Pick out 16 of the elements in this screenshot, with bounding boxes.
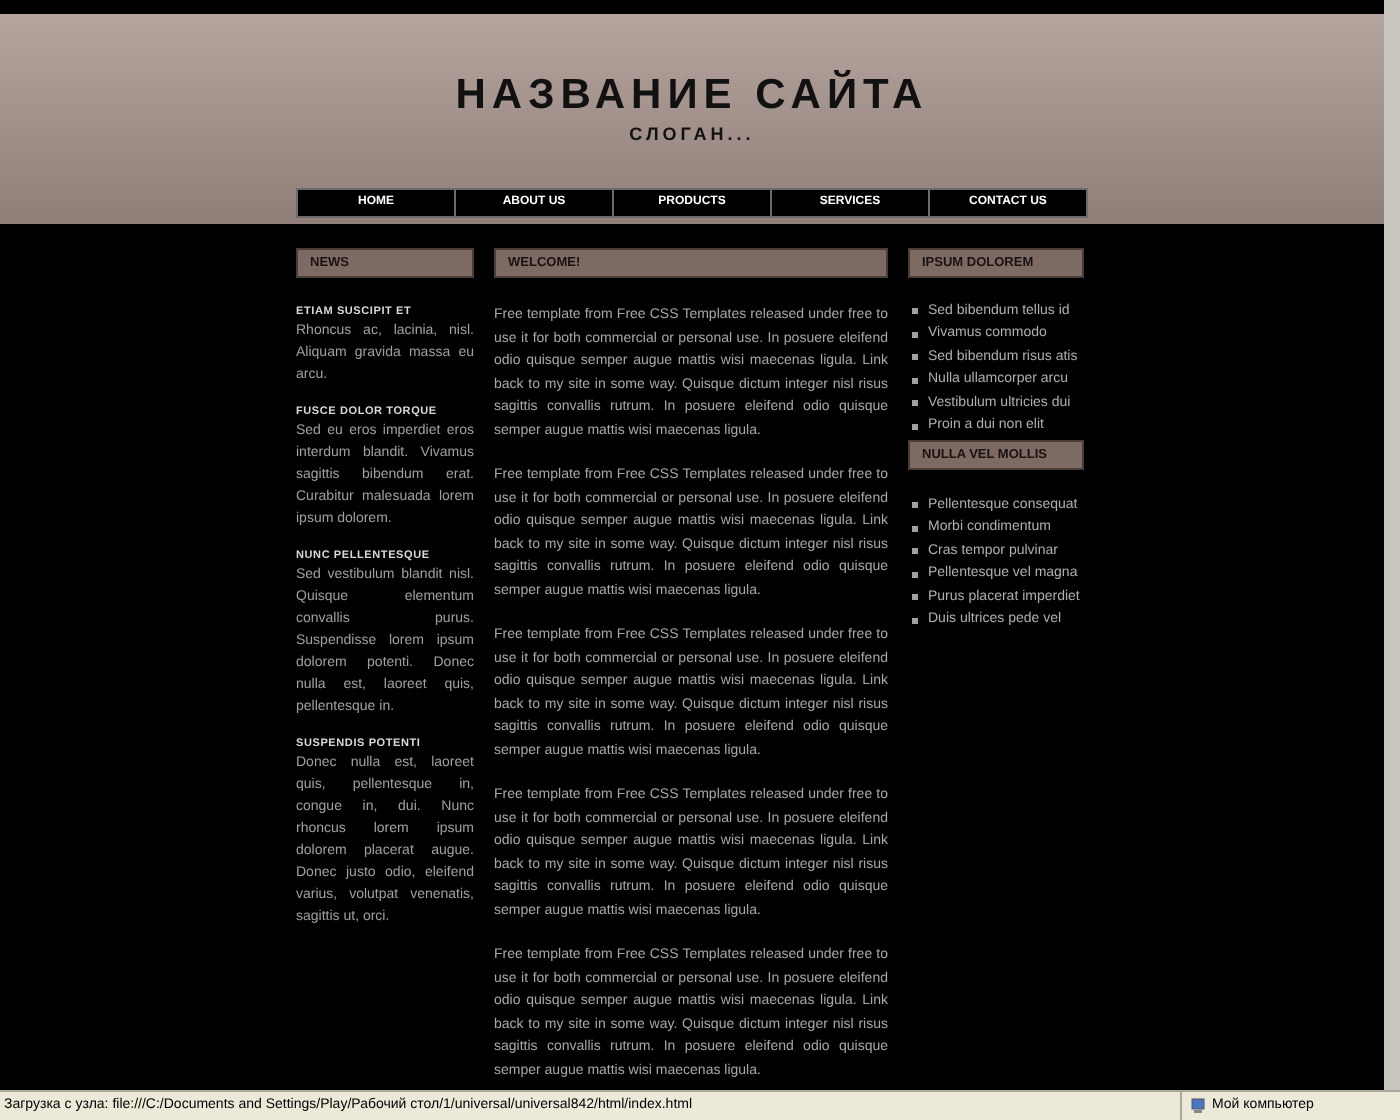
scrollbar[interactable] (1384, 0, 1400, 1090)
bullet-icon (912, 423, 918, 430)
bullet-icon (912, 354, 918, 361)
slogan: СЛОГАН... (629, 126, 755, 144)
bullet-icon (912, 594, 918, 601)
bullet-icon (912, 571, 918, 578)
bullet-icon (912, 377, 918, 384)
bullet-icon (912, 617, 918, 624)
bullet-icon (912, 308, 918, 315)
bullet-icon (912, 502, 918, 509)
bullet-icon (912, 548, 918, 555)
bullet-icon (912, 331, 918, 338)
bullet-icon (912, 400, 918, 407)
site-title: НАЗВАНИЕ САЙТА (455, 74, 929, 116)
bullet-icon (912, 525, 918, 532)
computer-icon (1190, 1098, 1206, 1114)
